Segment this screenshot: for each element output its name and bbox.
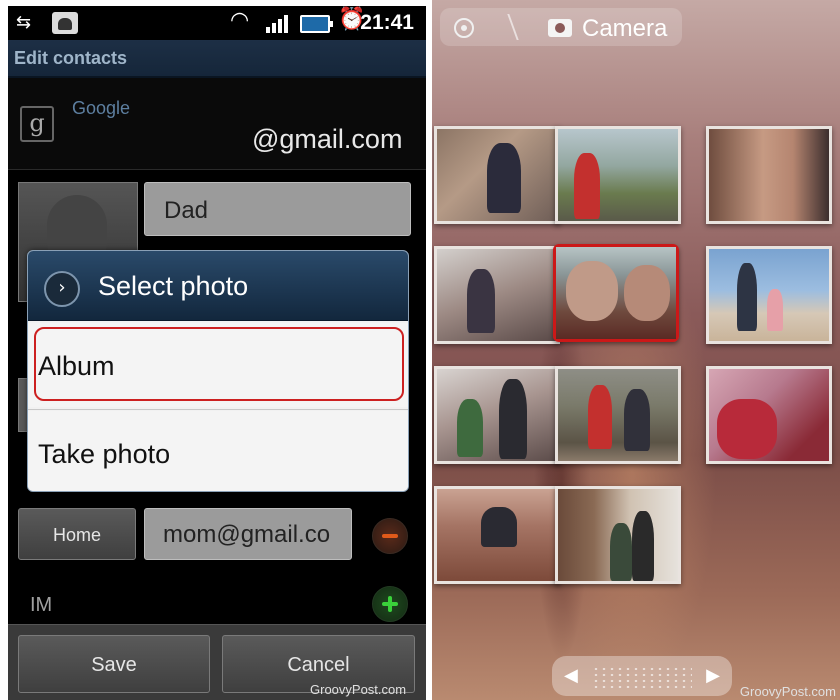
battery-icon [300,15,333,33]
status-time: 21:41 [360,11,414,34]
breadcrumb-separator [495,14,519,40]
usb-icon: ⇆ [16,12,32,33]
scroller-track[interactable] [592,666,692,688]
watermark: GroovyPost.com [310,682,407,697]
save-button[interactable]: Save [18,635,210,693]
dialog-divider [28,409,408,410]
photo-thumbnail[interactable] [706,126,832,224]
android-debug-icon [52,12,78,34]
name-field[interactable]: Dad [144,182,411,236]
photo-thumbnail[interactable] [706,246,832,344]
edit-contacts-screen: ⇆ ◠ ⏰ 21:41 Edit contacts g Google @gmai… [8,6,426,700]
add-im-button[interactable] [372,586,408,622]
dialog-header: › Select photo [28,251,408,321]
wifi-icon: ◠ [230,8,250,33]
dialog-title: Select photo [98,271,249,301]
im-section-label: IM [30,594,53,616]
title-bar: Edit contacts [8,40,426,78]
google-account-icon: g [20,106,54,142]
email-type-button[interactable]: Home [18,508,136,560]
photo-thumbnail[interactable] [555,366,681,464]
account-email: @gmail.com [252,124,403,154]
album-title[interactable]: Camera [582,15,667,43]
photo-thumbnail[interactable] [555,486,681,584]
gallery-scroller[interactable]: ◀ ▶ [552,656,732,696]
target-icon[interactable] [454,18,474,38]
page-title: Edit contacts [14,48,128,68]
email-field[interactable]: mom@gmail.co [144,508,352,560]
watermark: GroovyPost.com [739,684,836,699]
select-photo-dialog: › Select photo Album Take photo [27,250,409,492]
chevron-right-icon: › [44,271,80,307]
take-photo-option[interactable]: Take photo [28,411,408,491]
account-type-label: Google [72,98,131,118]
gallery-screen: Camera ◀ ▶ GroovyPost.com [432,0,840,700]
remove-field-button[interactable] [372,518,408,554]
photo-thumbnail[interactable] [434,486,560,584]
photo-thumbnail[interactable] [706,366,832,464]
account-row: g Google @gmail.com [8,78,426,170]
signal-icon [266,15,292,33]
photo-thumbnail[interactable] [434,126,560,224]
highlight-annotation [34,327,404,401]
scroll-right-icon[interactable]: ▶ [706,665,720,686]
album-option[interactable]: Album [28,323,408,407]
camera-icon [548,19,572,37]
photo-thumbnail[interactable] [434,366,560,464]
breadcrumb: Camera [440,8,682,46]
screenshot-composite: ⇆ ◠ ⏰ 21:41 Edit contacts g Google @gmai… [0,0,840,700]
photo-thumbnail-selected[interactable] [553,244,679,342]
photo-thumbnail[interactable] [434,246,560,344]
take-photo-option-label: Take photo [38,439,171,469]
status-bar: ⇆ ◠ ⏰ 21:41 [8,6,426,40]
photo-thumbnail[interactable] [555,126,681,224]
scroll-left-icon[interactable]: ◀ [564,665,578,686]
